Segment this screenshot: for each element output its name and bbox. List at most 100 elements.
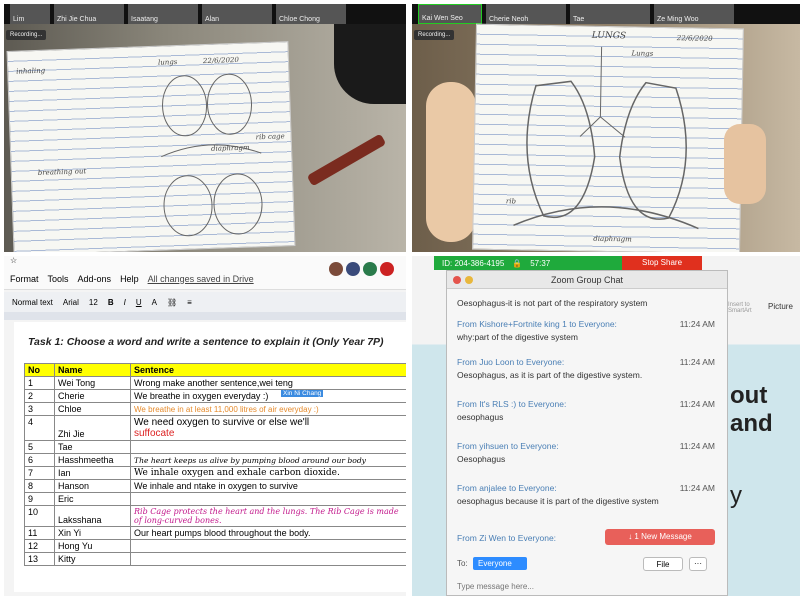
table-row[interactable]: 12 Hong Yu	[24, 539, 406, 553]
italic-icon[interactable]: I	[124, 298, 126, 307]
participant-thumb[interactable]: Isaatang	[128, 4, 198, 24]
row-number: 13	[24, 552, 55, 566]
avatar[interactable]	[329, 262, 343, 276]
participant-strip: Kai Wen Seo Cherie Neoh Tae Ze Ming Woo	[412, 4, 800, 24]
save-status[interactable]: All changes saved in Drive	[148, 274, 254, 284]
style-select[interactable]: Normal text	[12, 298, 53, 307]
participant-thumb[interactable]: Tae	[570, 4, 650, 24]
table-row[interactable]: 11 Xin Yi Our heart pumps blood throughout…	[24, 526, 406, 540]
lungs-drawing	[161, 73, 263, 237]
lungs-drawing	[513, 46, 699, 230]
sentence-cell[interactable]: We inhale and ntake in oxygen to survive	[130, 479, 406, 493]
row-number: 12	[24, 539, 55, 553]
sentence-text: suffocate	[134, 428, 175, 439]
avatar[interactable]	[346, 262, 360, 276]
sentence-cell[interactable]: We need oxygen to survive or else we'll s…	[130, 415, 406, 441]
message-body: why:part of the digestive system	[457, 332, 578, 342]
recipient-dropdown[interactable]: Everyone	[473, 557, 527, 570]
row-number: 11	[24, 526, 55, 540]
font-select[interactable]: Arial	[63, 298, 79, 307]
sentence-cell[interactable]: Rib Cage protects the heart and the lung…	[130, 505, 406, 527]
table-row[interactable]: 1 Wei Tong Wrong make another sentence,wei…	[24, 376, 406, 397]
student-name: Hong Yu	[54, 539, 131, 553]
sentence-cell[interactable]: Wrong make another sentence,wei teng Xin …	[130, 376, 406, 397]
sentence-cell[interactable]: We breathe in oxygen everyday :)	[130, 389, 406, 403]
close-icon[interactable]	[453, 276, 461, 284]
text-color-icon[interactable]: A	[152, 298, 157, 307]
participant-thumb[interactable]: Chloe Chong	[276, 4, 346, 24]
meeting-timer: 57:37	[530, 258, 551, 268]
sentence-cell[interactable]: The heart keeps us alive by pumping bloo…	[130, 453, 406, 467]
table-row[interactable]: 6 Hasshmeetha The heart keeps us alive by …	[24, 453, 406, 467]
student-name: Eric	[54, 492, 131, 506]
sentence-cell[interactable]	[130, 552, 406, 566]
participant-thumb[interactable]: Alan	[202, 4, 272, 24]
background-text: y	[730, 482, 742, 509]
stop-share-button[interactable]: Stop Share	[622, 256, 702, 270]
participant-thumb[interactable]: Lim	[10, 4, 50, 24]
underline-icon[interactable]: U	[136, 298, 142, 307]
table-row[interactable]: 7 Ian We inhale oxygen and exhale carbon d…	[24, 466, 406, 480]
lock-icon: 🔒	[512, 258, 523, 268]
table-row[interactable]: 3 Chloe We breathe in at least 11,000 litr…	[24, 402, 406, 416]
menu-help[interactable]: Help	[120, 274, 139, 284]
avatar[interactable]	[363, 262, 377, 276]
message-body: Oesophagus-it is not part of the respira…	[457, 298, 648, 308]
avatar[interactable]	[380, 262, 394, 276]
ruler[interactable]	[4, 312, 406, 320]
more-icon[interactable]: ···	[689, 557, 707, 571]
table-row[interactable]: 13 Kitty	[24, 552, 406, 566]
table-row[interactable]: 8 Hanson We inhale and ntake in oxygen to …	[24, 479, 406, 493]
student-name: Kitty	[54, 552, 131, 566]
sentence-cell[interactable]: We breathe in at least 11,000 litres of …	[130, 402, 406, 416]
recording-indicator: Recording...	[6, 30, 47, 40]
student-name: Wei Tong	[54, 376, 131, 390]
sentence-cell[interactable]	[130, 539, 406, 553]
menu-tools[interactable]: Tools	[48, 274, 69, 284]
menu-format[interactable]: Format	[10, 274, 39, 284]
link-icon[interactable]: ⛓	[167, 298, 177, 307]
message-time: 11:24 AM	[679, 399, 715, 409]
table-row[interactable]: 9 Eric	[24, 492, 406, 506]
student-name: Hanson	[54, 479, 131, 493]
meeting-id[interactable]: ID: 204-386-4195	[442, 259, 504, 268]
table-row[interactable]: 2 Cherie We breathe in oxygen everyday :)	[24, 389, 406, 403]
participant-thumb[interactable]: Kai Wen Seo	[418, 4, 482, 24]
sentence-cell[interactable]: Our heart pumps blood throughout the bod…	[130, 526, 406, 540]
zoom-chat-panel: out and y Picture Insert to SmartArt ID:…	[412, 256, 800, 596]
message-body: Oesophagus, as it is part of the digesti…	[457, 370, 643, 380]
sentence-cell[interactable]	[130, 492, 406, 506]
smartart-label[interactable]: Insert to SmartArt	[728, 302, 766, 314]
note-date: 22/6/2020	[202, 55, 240, 66]
sentence-cell[interactable]	[130, 440, 406, 454]
new-message-button[interactable]: ↓ 1 New Message	[605, 529, 715, 545]
col-header: Name	[54, 363, 131, 377]
font-size-select[interactable]: 12	[89, 298, 98, 307]
sentence-cell[interactable]: We inhale oxygen and exhale carbon dioxi…	[130, 466, 406, 480]
participant-thumb[interactable]: Zhi Jie Chua	[54, 4, 124, 24]
to-label: To:	[457, 559, 468, 568]
table-row[interactable]: 5 Tae	[24, 440, 406, 454]
picture-label[interactable]: Picture	[768, 302, 793, 311]
note-label: rib	[505, 197, 517, 206]
align-icon[interactable]: ≡	[187, 298, 192, 307]
student-name: Xin Yi	[54, 526, 131, 540]
message-body: Oesophagus	[457, 454, 506, 464]
table-row[interactable]: 4 Zhi Jie We need oxygen to survive or els…	[24, 415, 406, 441]
bold-icon[interactable]: B	[108, 298, 114, 307]
participant-thumb[interactable]: Cherie Neoh	[486, 4, 566, 24]
webcam-left: Lim Zhi Jie Chua Isaatang Alan Chloe Cho…	[4, 4, 406, 252]
menu-addons[interactable]: Add-ons	[78, 274, 112, 284]
minimize-icon[interactable]	[465, 276, 473, 284]
row-number: 6	[24, 453, 55, 467]
chat-input[interactable]	[457, 579, 719, 593]
student-name: Hasshmeetha	[54, 453, 131, 467]
table-row[interactable]: 10 Laksshana Rib Cage protects the heart a…	[24, 505, 406, 527]
student-name: Tae	[54, 440, 131, 454]
file-button[interactable]: File	[643, 557, 683, 571]
chat-window: Zoom Group Chat Oesophagus-it is not par…	[446, 270, 728, 596]
student-name: Chloe	[54, 402, 131, 416]
participant-thumb[interactable]: Ze Ming Woo	[654, 4, 734, 24]
recording-indicator: Recording...	[414, 30, 455, 40]
student-name: Laksshana	[54, 505, 131, 527]
